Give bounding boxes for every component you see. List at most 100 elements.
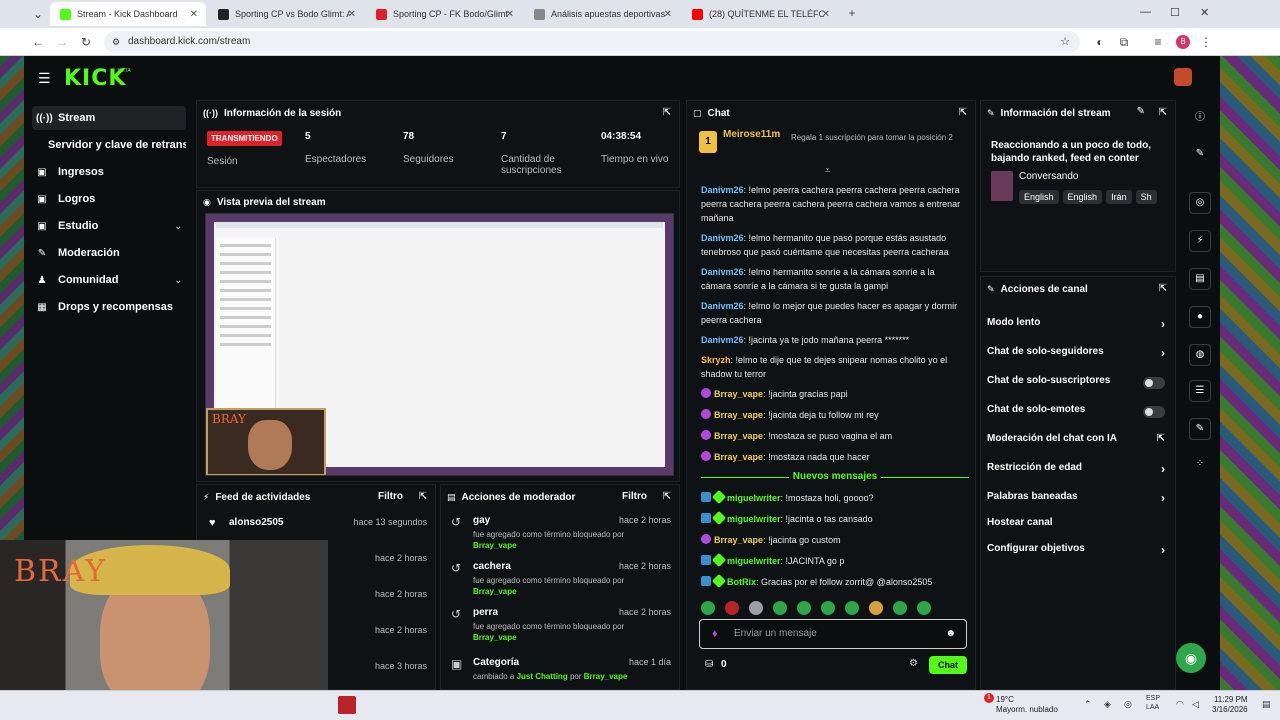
reload-icon[interactable]: ↻ bbox=[78, 34, 94, 50]
sidebar-item[interactable]: ♟ Comunidad ⌄ bbox=[32, 268, 186, 292]
emote-icon[interactable] bbox=[773, 601, 787, 615]
chat-username[interactable]: Brray_vape bbox=[714, 410, 763, 420]
tab-close-icon[interactable]: ✕ bbox=[348, 9, 356, 20]
browser-tab[interactable]: Stream - Kick Dashboard ✕ bbox=[50, 2, 206, 26]
mod-action-by[interactable]: Brray_vape bbox=[473, 633, 517, 642]
channel-points-icon[interactable]: ⛁ bbox=[705, 659, 713, 670]
chat-message[interactable]: Brray_vape: !mostaza se puso vagina el a… bbox=[701, 429, 963, 443]
pinned-user[interactable]: Meirose11m bbox=[723, 129, 780, 140]
chevron-down-icon[interactable]: ⌄ bbox=[174, 275, 182, 286]
stream-tag[interactable]: Irán bbox=[1106, 190, 1132, 204]
chat-bubble-icon[interactable]: ● bbox=[1189, 306, 1211, 328]
chat-badge-icon[interactable]: ♦ bbox=[712, 620, 718, 648]
mod-category-by[interactable]: Brray_vape bbox=[584, 672, 628, 681]
close-window-icon[interactable]: ✕ bbox=[1200, 6, 1209, 19]
channel-action-item[interactable]: Chat de solo-seguidores › bbox=[987, 346, 1165, 362]
broadcast-icon[interactable]: ◍ bbox=[1189, 344, 1211, 366]
feed-user[interactable]: alonso2505 bbox=[229, 517, 283, 528]
emote-icon[interactable] bbox=[725, 601, 739, 615]
popout-icon[interactable]: ⇱ bbox=[419, 491, 427, 502]
channel-action-item[interactable]: Chat de solo-suscriptores bbox=[987, 375, 1165, 391]
stream-preview-video[interactable]: BRAY bbox=[205, 213, 674, 476]
chat-collapse-icon[interactable]: ⩡ bbox=[825, 165, 830, 176]
emote-icon[interactable] bbox=[917, 601, 931, 615]
list-icon[interactable]: ▤ bbox=[1189, 268, 1211, 290]
emote-icon[interactable] bbox=[701, 601, 715, 615]
chat-username[interactable]: miguelwriter bbox=[727, 556, 781, 566]
tab-close-icon[interactable]: ✕ bbox=[190, 9, 198, 20]
sidebar-item[interactable]: ✎ Moderación bbox=[32, 241, 186, 265]
browser-tab[interactable]: Sporting CP vs Bodo Glimt: Ali ✕ bbox=[208, 2, 364, 26]
chat-message[interactable]: Brray_vape: !jacinta go custom bbox=[701, 533, 963, 547]
tray-app-icon[interactable]: ◎ bbox=[1124, 699, 1132, 710]
tab-close-icon[interactable]: ✕ bbox=[664, 9, 672, 20]
chevron-right-icon[interactable]: › bbox=[1161, 543, 1165, 557]
chat-send-button[interactable]: Chat bbox=[929, 656, 967, 674]
chat-message[interactable]: miguelwriter: !mostaza holi, goooo? bbox=[701, 489, 963, 505]
popout-icon[interactable]: ⇱ bbox=[959, 107, 967, 118]
back-icon[interactable]: ← bbox=[30, 34, 46, 50]
volume-icon[interactable]: ◁ bbox=[1192, 699, 1199, 710]
chat-username[interactable]: Brray_vape bbox=[714, 431, 763, 441]
media-icon[interactable]: ≡ bbox=[1150, 34, 1166, 50]
sidebar-item[interactable]: ▣ Estudio ⌄ bbox=[32, 214, 186, 238]
forward-icon[interactable]: → bbox=[54, 34, 70, 50]
toggle-switch[interactable] bbox=[1143, 377, 1165, 389]
popout-icon[interactable]: ⇱ bbox=[663, 107, 671, 118]
chat-username[interactable]: BotRix bbox=[727, 577, 756, 587]
emote-icon[interactable] bbox=[893, 601, 907, 615]
extension-icon[interactable]: ◐ bbox=[1092, 34, 1108, 50]
sidebar-item[interactable]: ▦ Drops y recompensas bbox=[32, 295, 186, 319]
chevron-right-icon[interactable]: › bbox=[1161, 317, 1165, 331]
undo-icon[interactable]: ↺ bbox=[451, 561, 461, 575]
emoji-picker-icon[interactable]: ☻ bbox=[945, 620, 956, 648]
channel-action-item[interactable]: Restricción de edad › bbox=[987, 462, 1165, 478]
tab-close-icon[interactable]: ✕ bbox=[822, 9, 830, 20]
channel-action-item[interactable]: Configurar objetivos › bbox=[987, 543, 1165, 559]
channel-action-item[interactable]: Palabras baneadas › bbox=[987, 491, 1165, 507]
chat-username[interactable]: Danivm26 bbox=[701, 267, 744, 277]
minimize-icon[interactable]: — bbox=[1140, 6, 1151, 18]
sidebar-item[interactable]: ((·)) Stream bbox=[32, 106, 186, 130]
external-link-icon[interactable]: ⇱ bbox=[1157, 433, 1165, 444]
stream-tag[interactable]: Sh bbox=[1135, 190, 1157, 204]
camera-icon[interactable]: ◎ bbox=[1189, 192, 1211, 214]
new-tab-icon[interactable]: + bbox=[844, 5, 860, 21]
chat-username[interactable]: Danivm26 bbox=[701, 185, 744, 195]
stream-tag[interactable]: English bbox=[1019, 190, 1059, 204]
taskbar-app-icon[interactable] bbox=[338, 696, 356, 714]
chat-message[interactable]: Danivm26: !jacinta ya te jodo mañana pee… bbox=[701, 333, 963, 347]
extensions-puzzle-icon[interactable]: ⧉ bbox=[1116, 34, 1132, 50]
support-chat-button[interactable]: ◉ bbox=[1176, 643, 1206, 673]
chat-message[interactable]: Brray_vape: !jacinta gracias papi bbox=[701, 387, 963, 401]
chat-username[interactable]: Danivm26 bbox=[701, 335, 744, 345]
popout-icon[interactable]: ⇱ bbox=[1159, 107, 1167, 118]
info-icon[interactable]: ⓘ bbox=[1189, 108, 1211, 130]
chat-message[interactable]: miguelwriter: !JACINTA go p bbox=[701, 552, 963, 568]
feed-filter-button[interactable]: Filtro bbox=[378, 491, 403, 502]
user-avatar[interactable] bbox=[1174, 68, 1192, 86]
tray-app-icon[interactable]: ◈ bbox=[1104, 699, 1111, 710]
browser-tab[interactable]: (28) QUÍTENME EL TELÉFON ✕ bbox=[682, 2, 838, 26]
channel-action-item[interactable]: Modo lento › bbox=[987, 317, 1165, 333]
chat-message-input[interactable]: ♦ Enviar un mensaje ☻ bbox=[699, 619, 967, 649]
chat-message[interactable]: Danivm26: !elmo lo mejor que puedes hace… bbox=[701, 299, 963, 327]
sidebar-item[interactable]: ▣ Logros bbox=[32, 187, 186, 211]
chat-message[interactable]: BotRix: Gracias por el follow zorrit@ @a… bbox=[701, 573, 963, 589]
channel-action-item[interactable]: Chat de solo-emotes bbox=[987, 404, 1165, 420]
tray-chevron-icon[interactable]: ⌃ bbox=[1084, 699, 1092, 710]
emote-icon[interactable] bbox=[797, 601, 811, 615]
chat-message[interactable]: Danivm26: !elmo peerra cachera peerra ca… bbox=[701, 183, 963, 225]
pinned-gift-text[interactable]: Regala 1 suscripción para tomar la posic… bbox=[791, 133, 961, 143]
profile-avatar[interactable]: B bbox=[1176, 35, 1190, 49]
edit-pencil-icon[interactable]: ✎ bbox=[1189, 144, 1211, 166]
notifications-icon[interactable]: ▤ bbox=[1262, 699, 1271, 710]
chat-username[interactable]: Skryzh bbox=[701, 355, 731, 365]
chat-message[interactable]: miguelwriter: !jacinta o tas cansado bbox=[701, 510, 963, 526]
hamburger-menu-icon[interactable]: ☰ bbox=[38, 70, 51, 87]
undo-icon[interactable]: ↺ bbox=[451, 515, 461, 529]
system-clock[interactable]: 11:29 PM 3/16/2026 bbox=[1212, 695, 1248, 715]
chat-message[interactable]: Skryzh: !elmo te dije que te dejes snipe… bbox=[701, 353, 963, 381]
chevron-down-icon[interactable]: ⌄ bbox=[174, 221, 182, 232]
undo-icon[interactable]: ↺ bbox=[451, 607, 461, 621]
